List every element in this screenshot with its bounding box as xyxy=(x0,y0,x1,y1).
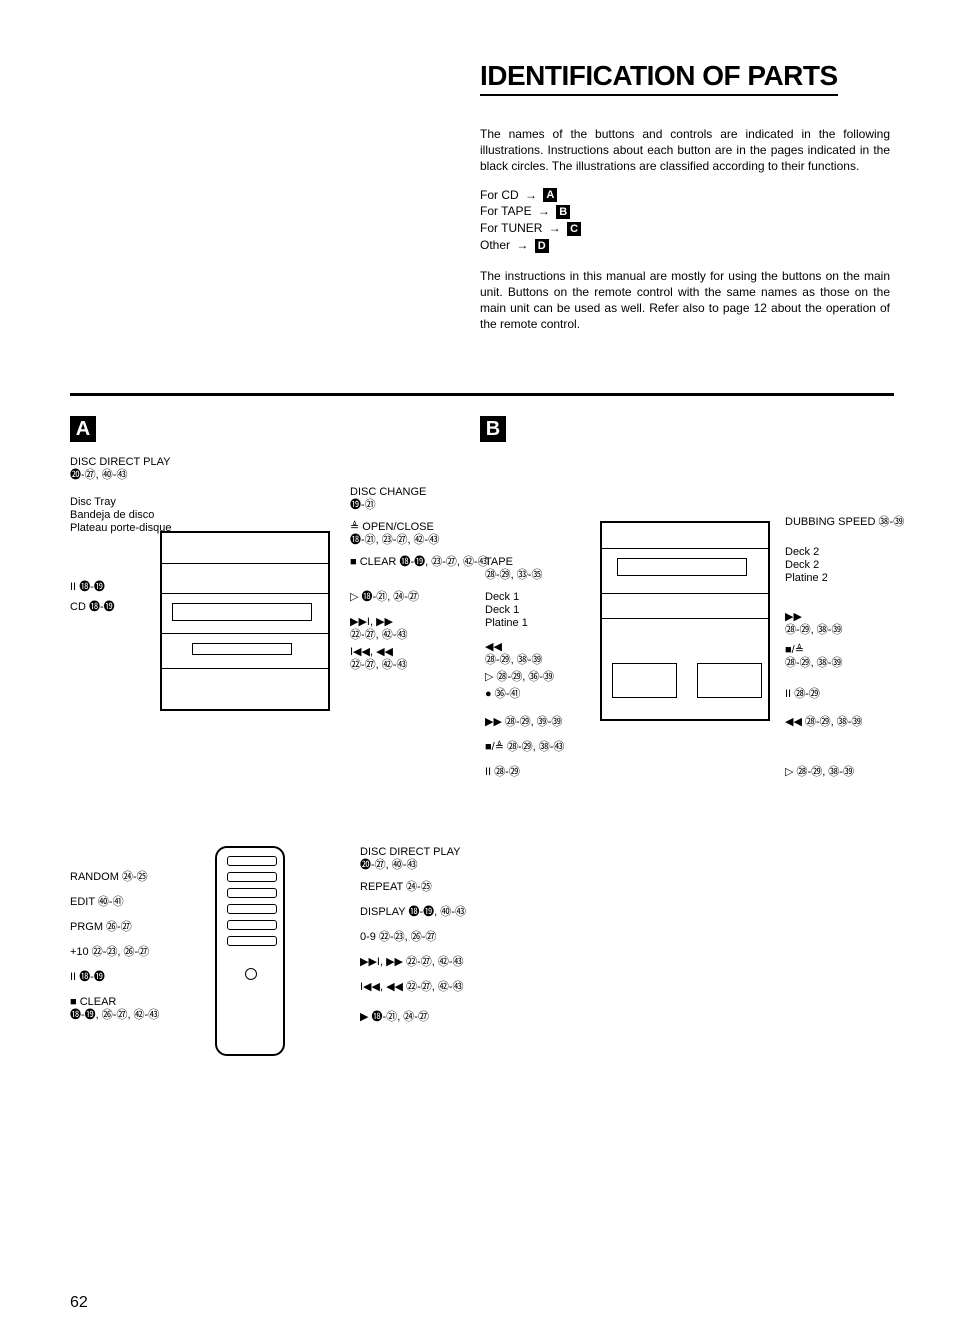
label-open-close: ≜ OPEN/CLOSE ⓲-㉑, ㉓-㉗, ㊷-㊸ xyxy=(350,521,439,547)
label-dubbing: DUBBING SPEED ㊳-㊴ xyxy=(785,516,904,529)
label-prgm: PRGM ㉖-㉗ xyxy=(70,921,132,934)
section-b-letter: B xyxy=(480,416,506,442)
label-stop-b: ■/≜ ㉘-㉙, ㊳-㊸ xyxy=(485,741,564,754)
device-a-illustration xyxy=(160,531,330,711)
label-play-remote: ▶ ⓲-㉑, ㉔-㉗ xyxy=(360,1011,429,1024)
label-pause2-b: II ㉘-㉙ xyxy=(485,766,520,779)
section-a-letter: A xyxy=(70,416,96,442)
label-rw-remote: I◀◀, ◀◀ ㉒-㉗, ㊷-㊸ xyxy=(360,981,464,994)
intro-paragraph-1: The names of the buttons and controls ar… xyxy=(480,126,890,175)
label-ff-a: ▶▶I, ▶▶ ㉒-㉗, ㊷-㊸ xyxy=(350,616,407,642)
intro-text: The names of the buttons and controls ar… xyxy=(480,126,890,333)
label-play-b: ▷ ㉘-㉙, ㊱-㊴ xyxy=(485,671,554,684)
label-edit: EDIT ㊵-㊶ xyxy=(70,896,124,909)
label-rw-r: ◀◀ ㉘-㉙, ㊳-㊴ xyxy=(785,716,862,729)
label-pause-a: II ⓲-⓳ xyxy=(70,581,105,594)
label-rw-b: ◀◀ ㉘-㉙, ㊳-㊴ xyxy=(485,641,542,667)
label-disc-tray: Disc Tray Bandeja de disco Plateau porte… xyxy=(70,496,172,536)
label-clear-a: ■ CLEAR ⓲-⓳, ㉓-㉗, ㊷-㊸ xyxy=(350,556,489,569)
label-ddp-remote: DISC DIRECT PLAY ⓴-㉗, ㊵-㊸ xyxy=(360,846,460,872)
label-cd: CD ⓲-⓳ xyxy=(70,601,115,614)
label-repeat: REPEAT ㉔-㉕ xyxy=(360,881,432,894)
label-tape: TAPE ㉘-㉙, ㉝-㉟ xyxy=(485,556,542,582)
page-title: IDENTIFICATION OF PARTS xyxy=(480,60,838,96)
page-number: 62 xyxy=(70,1294,88,1312)
label-play-r: ▷ ㉘-㉙, ㊳-㊴ xyxy=(785,766,854,779)
legend-box-a: A xyxy=(543,188,557,202)
section-divider xyxy=(70,393,894,396)
legend-box-b: B xyxy=(556,205,570,219)
label-display: DISPLAY ⓲-⓳, ㊵-㊸ xyxy=(360,906,466,919)
legend-box-c: C xyxy=(567,222,581,236)
label-rw-a: I◀◀, ◀◀ ㉒-㉗, ㊷-㊸ xyxy=(350,646,407,672)
remote-illustration xyxy=(215,846,285,1056)
label-pause-remote: II ⓲-⓳ xyxy=(70,971,105,984)
label-disc-change: DISC CHANGE ⓳-㉑ xyxy=(350,486,426,512)
label-deck1: Deck 1 Deck 1 Platine 1 xyxy=(485,591,528,631)
label-rec-b: ● ㊱-㊶ xyxy=(485,688,520,701)
label-num: 0-9 ㉒-㉓, ㉖-㉗ xyxy=(360,931,436,944)
device-b-illustration xyxy=(600,521,770,721)
legend-box-d: D xyxy=(535,239,549,253)
label-ff-r: ▶▶ ㉘-㉙, ㊳-㊴ xyxy=(785,611,842,637)
label-random: RANDOM ㉔-㉕ xyxy=(70,871,148,884)
label-deck2: Deck 2 Deck 2 Platine 2 xyxy=(785,546,828,586)
label-play-a: ▷ ⓲-㉑, ㉔-㉗ xyxy=(350,591,419,604)
label-clear-remote: ■ CLEAR ⓲-⓳, ㉖-㉗, ㊷-㊸ xyxy=(70,996,159,1022)
label-ff2-b: ▶▶ ㉘-㉙, ㊴-㊴ xyxy=(485,716,562,729)
label-plus10: +10 ㉒-㉓, ㉖-㉗ xyxy=(70,946,149,959)
label-ff-remote: ▶▶I, ▶▶ ㉒-㉗, ㊷-㊸ xyxy=(360,956,464,969)
legend: For CD → A For TAPE → B For TUNER → C Ot… xyxy=(480,187,890,254)
label-pause-r: II ㉘-㉙ xyxy=(785,688,820,701)
diagram-area: A B DISC DIRECT PLAY ⓴-㉗, ㊵-㊸ Disc Tray … xyxy=(70,416,890,1176)
label-disc-direct-play: DISC DIRECT PLAY ⓴-㉗, ㊵-㊸ xyxy=(70,456,170,482)
intro-paragraph-2: The instructions in this manual are most… xyxy=(480,268,890,333)
label-stop-r: ■/≜ ㉘-㉙, ㊳-㊴ xyxy=(785,644,842,670)
